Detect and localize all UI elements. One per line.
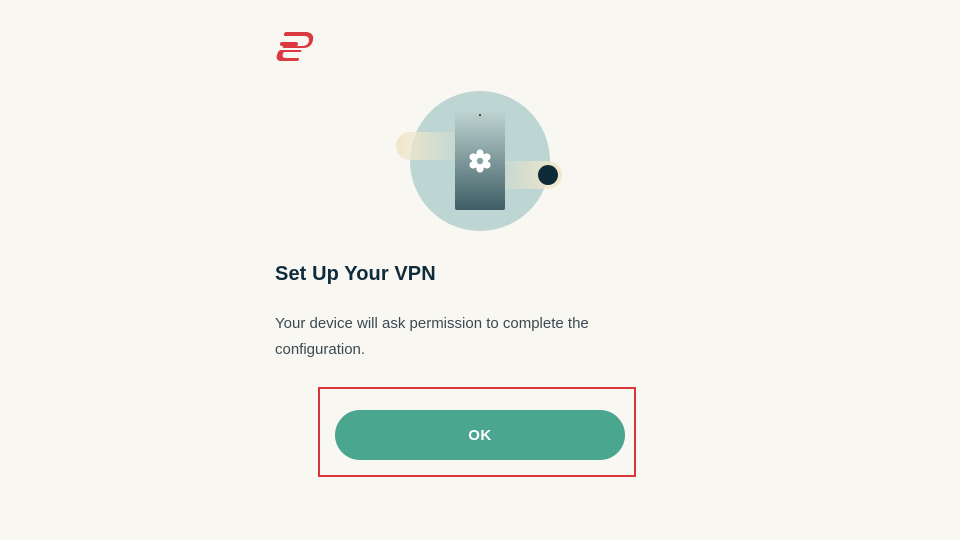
ok-button[interactable]: OK [335, 410, 625, 460]
expressvpn-logo-icon [276, 32, 314, 61]
setup-description: Your device will ask permission to compl… [275, 315, 589, 358]
phone-with-gear-icon [396, 91, 562, 231]
page-title: Set Up Your VPN [275, 263, 436, 285]
